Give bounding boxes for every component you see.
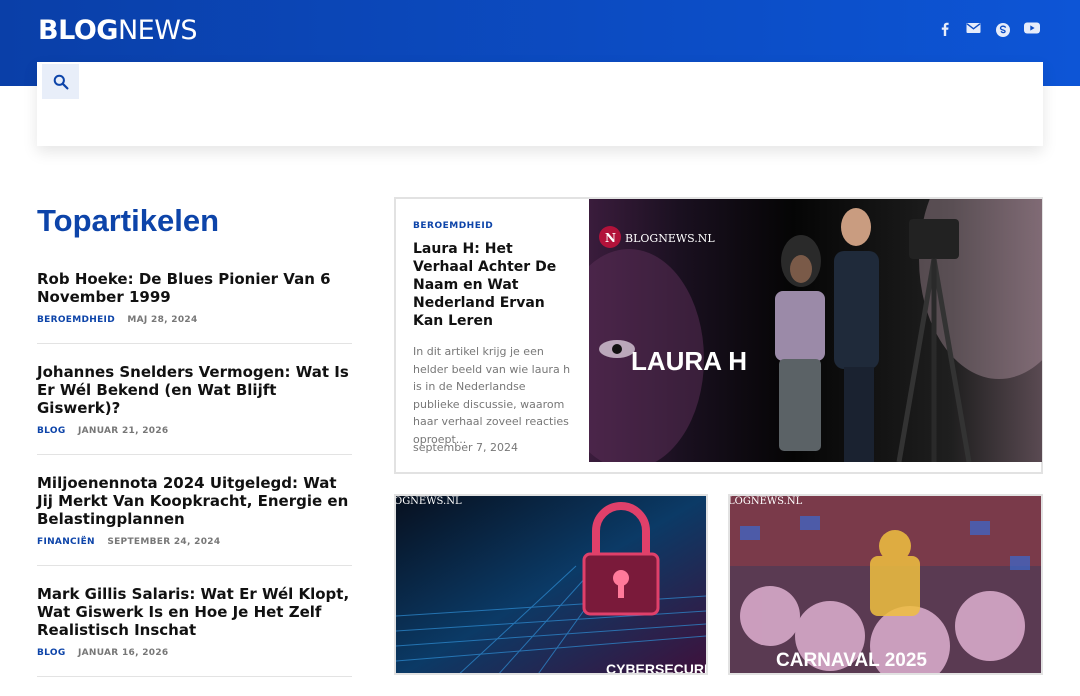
search-button[interactable] [42, 64, 79, 99]
article-date: SEPTEMBER 24, 2024 [107, 537, 221, 547]
article-date: JANUAR 16, 2026 [77, 648, 169, 658]
category-link[interactable]: FINANCIËN [37, 537, 95, 547]
article-card-carnaval[interactable]: LOGNEWS.NL CARNAVAL 2025 [728, 494, 1043, 675]
card-caption: CARNAVAL 2025 [776, 650, 927, 671]
list-item: Mark Gillis Salaris: Wat Er Wél Klopt, W… [37, 585, 352, 677]
image-caption: LAURA H [631, 346, 747, 376]
list-item: Miljoenennota 2024 Uitgelegd: Wat Jij Me… [37, 474, 352, 566]
logo-bold: BLOG [38, 15, 118, 46]
skype-icon[interactable] [995, 22, 1011, 40]
featured-image[interactable]: N BLOGNEWS.NL LAURA H [589, 199, 1042, 462]
article-title-link[interactable]: Miljoenennota 2024 Uitgelegd: Wat Jij Me… [37, 474, 352, 528]
article-date: MAJ 28, 2024 [127, 315, 198, 325]
list-item: Johannes Snelders Vermogen: Wat Is Er Wé… [37, 363, 352, 455]
category-link[interactable]: BLOG [37, 426, 66, 436]
article-meta: BLOG JANUAR 16, 2026 [37, 648, 352, 658]
category-link[interactable]: BEROEMDHEID [37, 315, 115, 325]
article-date: JANUAR 21, 2026 [77, 426, 169, 436]
card-caption: CYBERSECURIT [606, 661, 706, 675]
article-meta: BLOG JANUAR 21, 2026 [37, 426, 352, 436]
featured-text: BEROEMDHEID Laura H: Het Verhaal Achter … [413, 221, 573, 448]
article-meta: FINANCIËN SEPTEMBER 24, 2024 [37, 537, 352, 547]
article-title-link[interactable]: Johannes Snelders Vermogen: Wat Is Er Wé… [37, 363, 352, 417]
top-articles-list: Rob Hoeke: De Blues Pionier Van 6 Novemb… [37, 270, 352, 696]
featured-excerpt: In dit artikel krijg je een helder beeld… [413, 345, 571, 446]
featured-title-link[interactable]: Laura H: Het Verhaal Achter De Naam en W… [413, 240, 573, 330]
category-link[interactable]: BLOG [37, 648, 66, 658]
section-title: Topartikelen [37, 203, 220, 238]
facebook-icon[interactable] [938, 22, 952, 40]
site-logo[interactable]: BLOGNEWS [38, 15, 198, 46]
article-meta: BEROEMDHEID MAJ 28, 2024 [37, 315, 352, 325]
featured-date: september 7, 2024 [413, 441, 519, 454]
article-title-link[interactable]: Mark Gillis Salaris: Wat Er Wél Klopt, W… [37, 585, 352, 639]
card-watermark: OGNEWS.NL [396, 496, 462, 507]
featured-article: BEROEMDHEID Laura H: Het Verhaal Achter … [394, 197, 1043, 474]
svg-text:N: N [605, 231, 616, 245]
search-panel[interactable] [37, 62, 1043, 146]
card-watermark: LOGNEWS.NL [730, 496, 803, 507]
article-card-cybersecurity[interactable]: OGNEWS.NL CYBERSECURIT [394, 494, 708, 675]
logo-light: NEWS [117, 15, 198, 46]
mail-icon[interactable] [966, 22, 981, 40]
search-icon [53, 74, 68, 89]
list-item: Rob Hoeke: De Blues Pionier Van 6 Novemb… [37, 270, 352, 344]
image-watermark: BLOGNEWS.NL [625, 232, 715, 245]
article-title-link[interactable]: Rob Hoeke: De Blues Pionier Van 6 Novemb… [37, 270, 352, 306]
youtube-icon[interactable] [1024, 22, 1040, 40]
featured-category-link[interactable]: BEROEMDHEID [413, 221, 573, 231]
